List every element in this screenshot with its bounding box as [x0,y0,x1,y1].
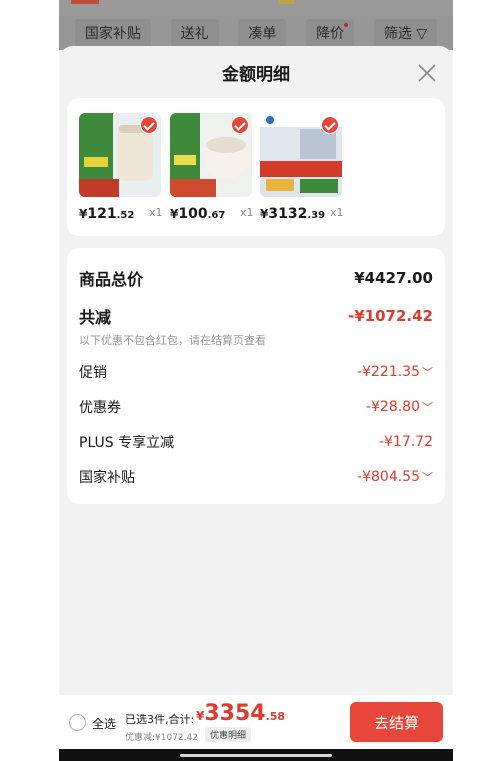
product-quantity: x1 [240,206,254,219]
product-card: ¥121.52 x1 ¥100.67 x1 ¥3132.39 x1 [67,98,445,236]
home-indicator[interactable] [180,754,332,757]
discount-value: -¥804.55 [357,469,420,485]
total-discount-row: 共减 -¥1072.42 [79,304,433,328]
filter-label: 送礼 [180,26,209,42]
filter-chip-bundle[interactable]: 凑单 [238,19,287,47]
price-integer: 3132 [268,206,308,222]
phone-screen: 国家补贴 送礼 凑单 降价 筛选 ▽ 金额明细 ¥121.52 x1 ¥100.… [59,0,453,761]
selected-count-text: 已选3件,合计: [125,713,195,726]
filter-row: 国家补贴 送礼 凑单 降价 筛选 ▽ [59,16,453,50]
price-decimal: .52 [116,210,135,221]
tab-underline [71,0,99,4]
select-all-radio[interactable] [69,714,86,731]
grand-total-integer: 3354 [204,701,266,726]
chevron-down-icon: ﹀ [422,471,433,484]
total-price-label: 商品总价 [79,270,144,289]
product-thumbnail [260,113,342,197]
chevron-down-icon: ﹀ [422,366,433,379]
grand-total-decimal: .58 [265,710,286,723]
filter-chip-price-drop[interactable]: 降价 [306,19,355,47]
product-price: ¥100.67 x1 [170,203,266,222]
filter-chip-filter[interactable]: 筛选 ▽ [373,19,438,47]
grand-total: ¥3354.58 [196,701,285,726]
filter-label: 筛选 ▽ [383,26,428,42]
price-summary-card: 商品总价 ¥4427.00 共减 -¥1072.42 以下优惠不包含红包，请在结… [67,248,445,504]
selected-check-icon [321,116,339,134]
checkout-bar: 全选 已选3件,合计: ¥3354.58 优惠减:¥1072.42 优惠明细 去… [59,695,453,749]
filter-chip-subsidy[interactable]: 国家补贴 [74,19,151,47]
total-discount-label: 共减 [79,308,112,327]
product-price: ¥121.52 x1 [79,203,175,222]
total-price-row: 商品总价 ¥4427.00 [79,266,433,290]
product-price: ¥3132.39 x1 [260,203,356,222]
background-top-strip [59,0,453,16]
filter-label: 国家补贴 [84,26,141,42]
filter-label: 凑单 [248,26,277,42]
discount-row-coupon[interactable]: 优惠券 -¥28.80 ﹀ [79,397,433,417]
discount-label: 国家补贴 [79,470,135,486]
product-thumbnail [79,113,161,197]
selected-check-icon [231,116,249,134]
price-integer: 100 [178,206,208,222]
total-discount-value: -¥1072.42 [348,307,433,325]
discount-value: -¥28.80 [365,399,420,415]
discount-value: -¥17.72 [378,434,433,450]
discount-row-promotion[interactable]: 促销 -¥221.35 ﹀ [79,362,433,382]
tab-badge [279,0,295,4]
price-decimal: .67 [207,210,226,221]
filter-chip-gift[interactable]: 送礼 [170,19,219,47]
chevron-down-icon: ﹀ [422,401,433,414]
product-quantity: x1 [330,206,344,219]
checkout-button[interactable]: 去结算 [350,702,443,742]
system-home-bar [59,749,453,761]
discount-label: 优惠券 [79,400,121,416]
close-icon[interactable] [416,62,438,84]
product-thumbnail [170,113,252,197]
saved-amount-text: 优惠减:¥1072.42 [125,733,198,743]
price-decimal: .39 [307,210,326,221]
discount-row-subsidy[interactable]: 国家补贴 -¥804.55 ﹀ [79,467,433,487]
amount-detail-sheet: 金额明细 ¥121.52 x1 ¥100.67 x1 ¥3132.39 x1 商… [59,46,453,761]
discount-value: -¥221.35 [357,364,420,380]
sheet-title: 金额明细 [222,65,290,85]
discount-label: PLUS 专享立减 [79,435,175,451]
select-all-label[interactable]: 全选 [92,715,116,732]
total-price-value: ¥4427.00 [354,269,433,287]
notification-dot [344,23,349,27]
discount-note: 以下优惠不包含红包，请在结算页查看 [79,334,266,347]
selected-check-icon [140,116,158,134]
discount-label: 促销 [79,365,107,381]
filter-label: 降价 [316,26,345,42]
product-quantity: x1 [149,206,163,219]
discount-row-plus: PLUS 专享立减 -¥17.72 [79,432,433,452]
discount-detail-button[interactable]: 优惠明细 [205,727,252,742]
price-integer: 121 [87,206,117,222]
